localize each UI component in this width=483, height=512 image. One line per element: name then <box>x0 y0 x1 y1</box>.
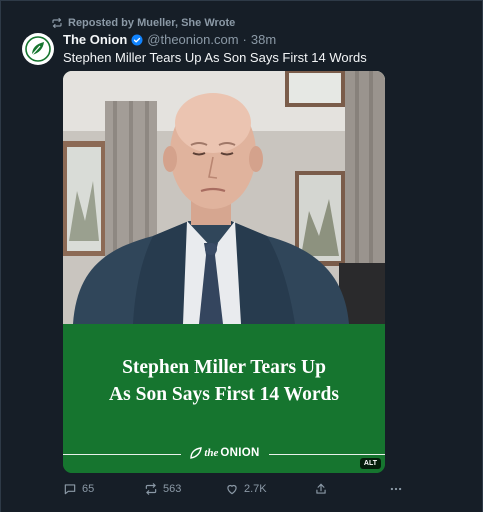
reply-icon <box>64 484 76 495</box>
embed-headline: Stephen Miller Tears Up As Son Says Firs… <box>63 354 385 408</box>
author-handle[interactable]: @theonion.com <box>147 32 238 47</box>
verified-badge-icon <box>131 34 143 45</box>
onion-wordmark: the ONION <box>183 446 267 460</box>
post-header: The Onion @theonion.com · 38m <box>63 32 276 47</box>
headline-panel: Stephen Miller Tears Up As Son Says Firs… <box>63 324 385 473</box>
repost-icon <box>52 17 62 29</box>
brand-divider-left <box>63 454 181 455</box>
brand-divider-right <box>269 454 385 455</box>
headline-line-2: As Son Says First 14 Words <box>109 384 339 405</box>
avatar[interactable] <box>22 33 54 65</box>
action-bar: 65 563 2.7K <box>63 482 403 498</box>
alt-text-badge[interactable]: ALT <box>359 458 381 469</box>
embedded-image[interactable]: Stephen Miller Tears Up As Son Says Firs… <box>63 71 385 473</box>
reply-button[interactable]: 65 <box>63 482 94 496</box>
post-time[interactable]: 38m <box>251 32 276 47</box>
ellipsis-icon <box>390 487 402 491</box>
brand-line: the ONION <box>63 446 385 460</box>
embed-photo <box>63 71 385 324</box>
headline-line-1: Stephen Miller Tears Up <box>122 357 326 378</box>
brand-name: ONION <box>220 447 260 459</box>
post-container[interactable]: Reposted by Mueller, She Wrote The Onion… <box>0 0 483 512</box>
repost-indicator[interactable]: Reposted by Mueller, She Wrote <box>51 17 235 29</box>
repost-action-icon <box>145 483 157 495</box>
more-options-button[interactable] <box>389 482 403 496</box>
separator-dot: · <box>242 32 247 47</box>
share-button[interactable] <box>314 482 328 496</box>
like-count: 2.7K <box>244 483 267 495</box>
repost-count: 563 <box>163 483 182 495</box>
heart-icon <box>227 484 237 495</box>
brand-prefix: the <box>204 447 219 459</box>
post-text: Stephen Miller Tears Up As Son Says Firs… <box>63 50 367 65</box>
repost-text: Reposted by Mueller, She Wrote <box>68 17 236 29</box>
repost-button[interactable]: 563 <box>144 482 181 496</box>
onion-leaf-icon <box>190 447 203 459</box>
onion-logo-icon <box>25 36 51 62</box>
share-icon <box>316 483 326 494</box>
like-button[interactable]: 2.7K <box>225 482 267 496</box>
reply-count: 65 <box>82 483 95 495</box>
author-name[interactable]: The Onion <box>63 32 127 47</box>
